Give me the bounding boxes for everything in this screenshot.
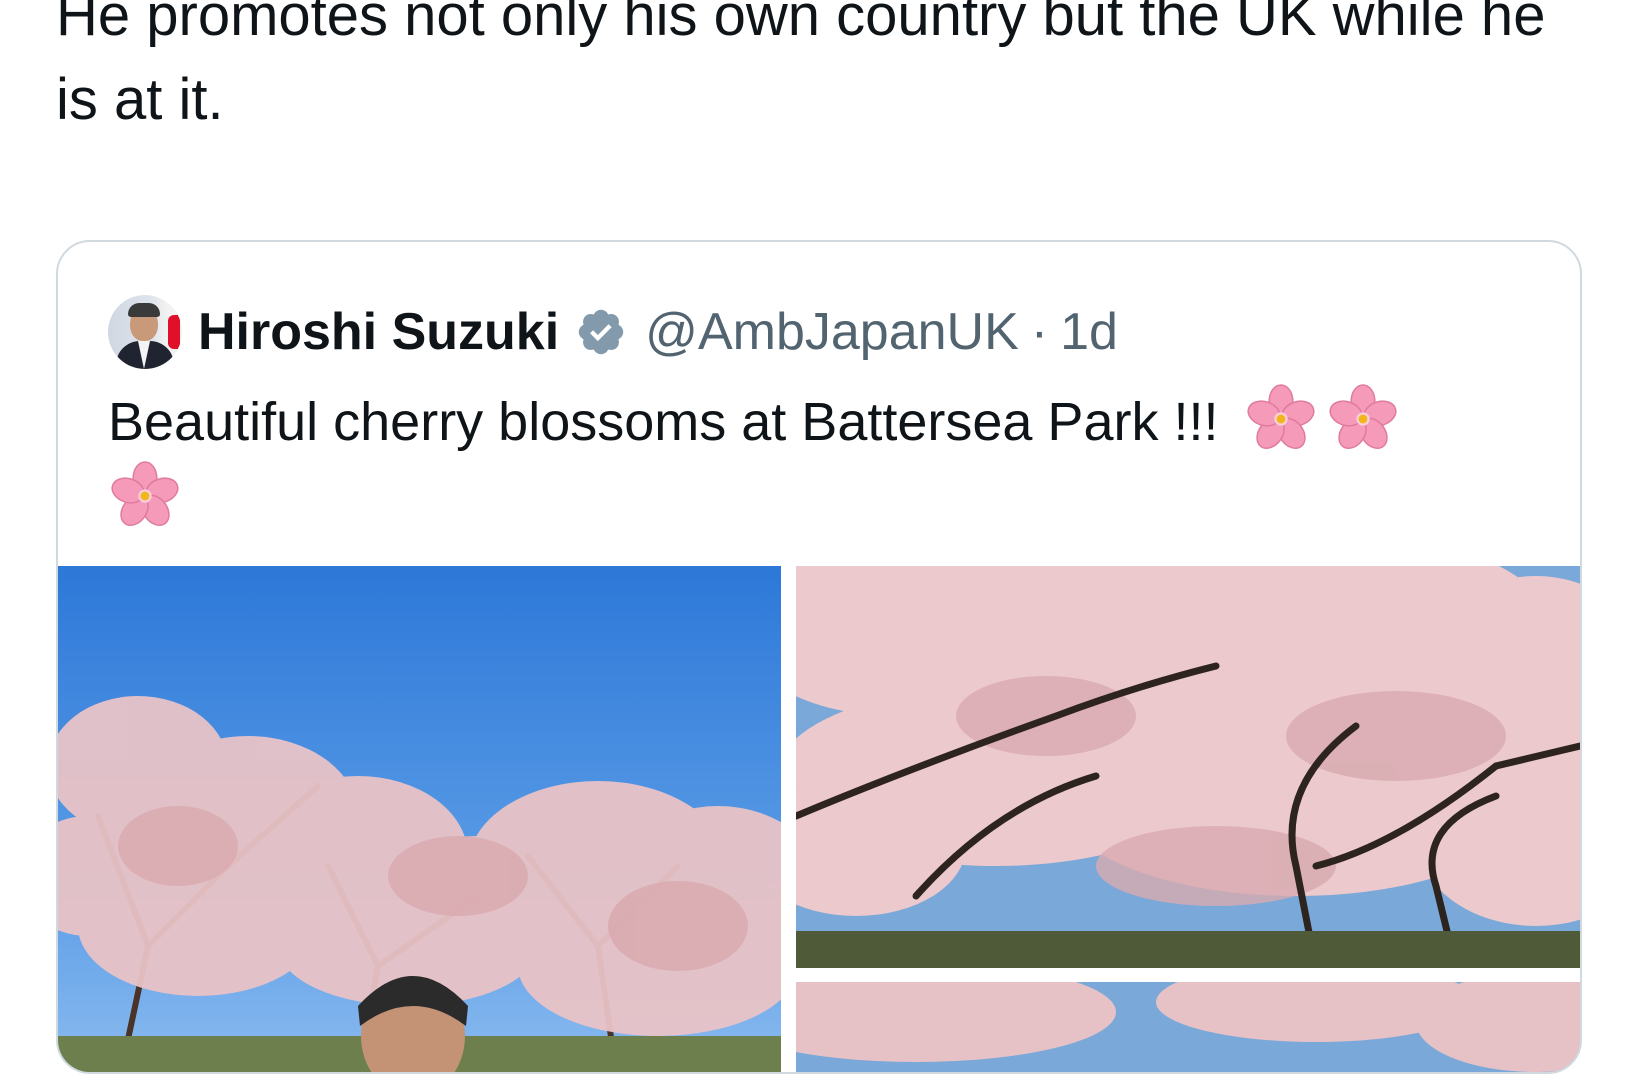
quoted-post-text: Beautiful cherry blossoms at Battersea P… bbox=[108, 382, 1498, 536]
quoted-post-card[interactable]: Hiroshi Suzuki @AmbJapanUK · 1d Beautifu… bbox=[56, 240, 1582, 1074]
photo-cherry-blossom-trees[interactable] bbox=[796, 566, 1580, 968]
cherry-blossom-icon bbox=[1328, 384, 1397, 450]
photo-ambassador-under-cherry-blossoms[interactable] bbox=[58, 566, 781, 1072]
separator: · bbox=[1030, 303, 1049, 361]
avatar[interactable] bbox=[108, 295, 182, 369]
handle[interactable]: @AmbJapanUK bbox=[645, 302, 1019, 362]
photo-cherry-blossoms-third[interactable] bbox=[796, 982, 1580, 1072]
post-text: He promotes not only his own country but… bbox=[56, 0, 1546, 132]
cherry-blossom-icon bbox=[111, 461, 179, 527]
verified-badge-icon bbox=[578, 309, 624, 355]
timestamp[interactable]: 1d bbox=[1060, 302, 1118, 362]
cherry-blossom-icon bbox=[1246, 384, 1315, 450]
quoted-post-body: Beautiful cherry blossoms at Battersea P… bbox=[108, 392, 1219, 452]
display-name[interactable]: Hiroshi Suzuki bbox=[198, 302, 559, 362]
quoted-post-header: Hiroshi Suzuki @AmbJapanUK · 1d bbox=[108, 292, 1118, 372]
